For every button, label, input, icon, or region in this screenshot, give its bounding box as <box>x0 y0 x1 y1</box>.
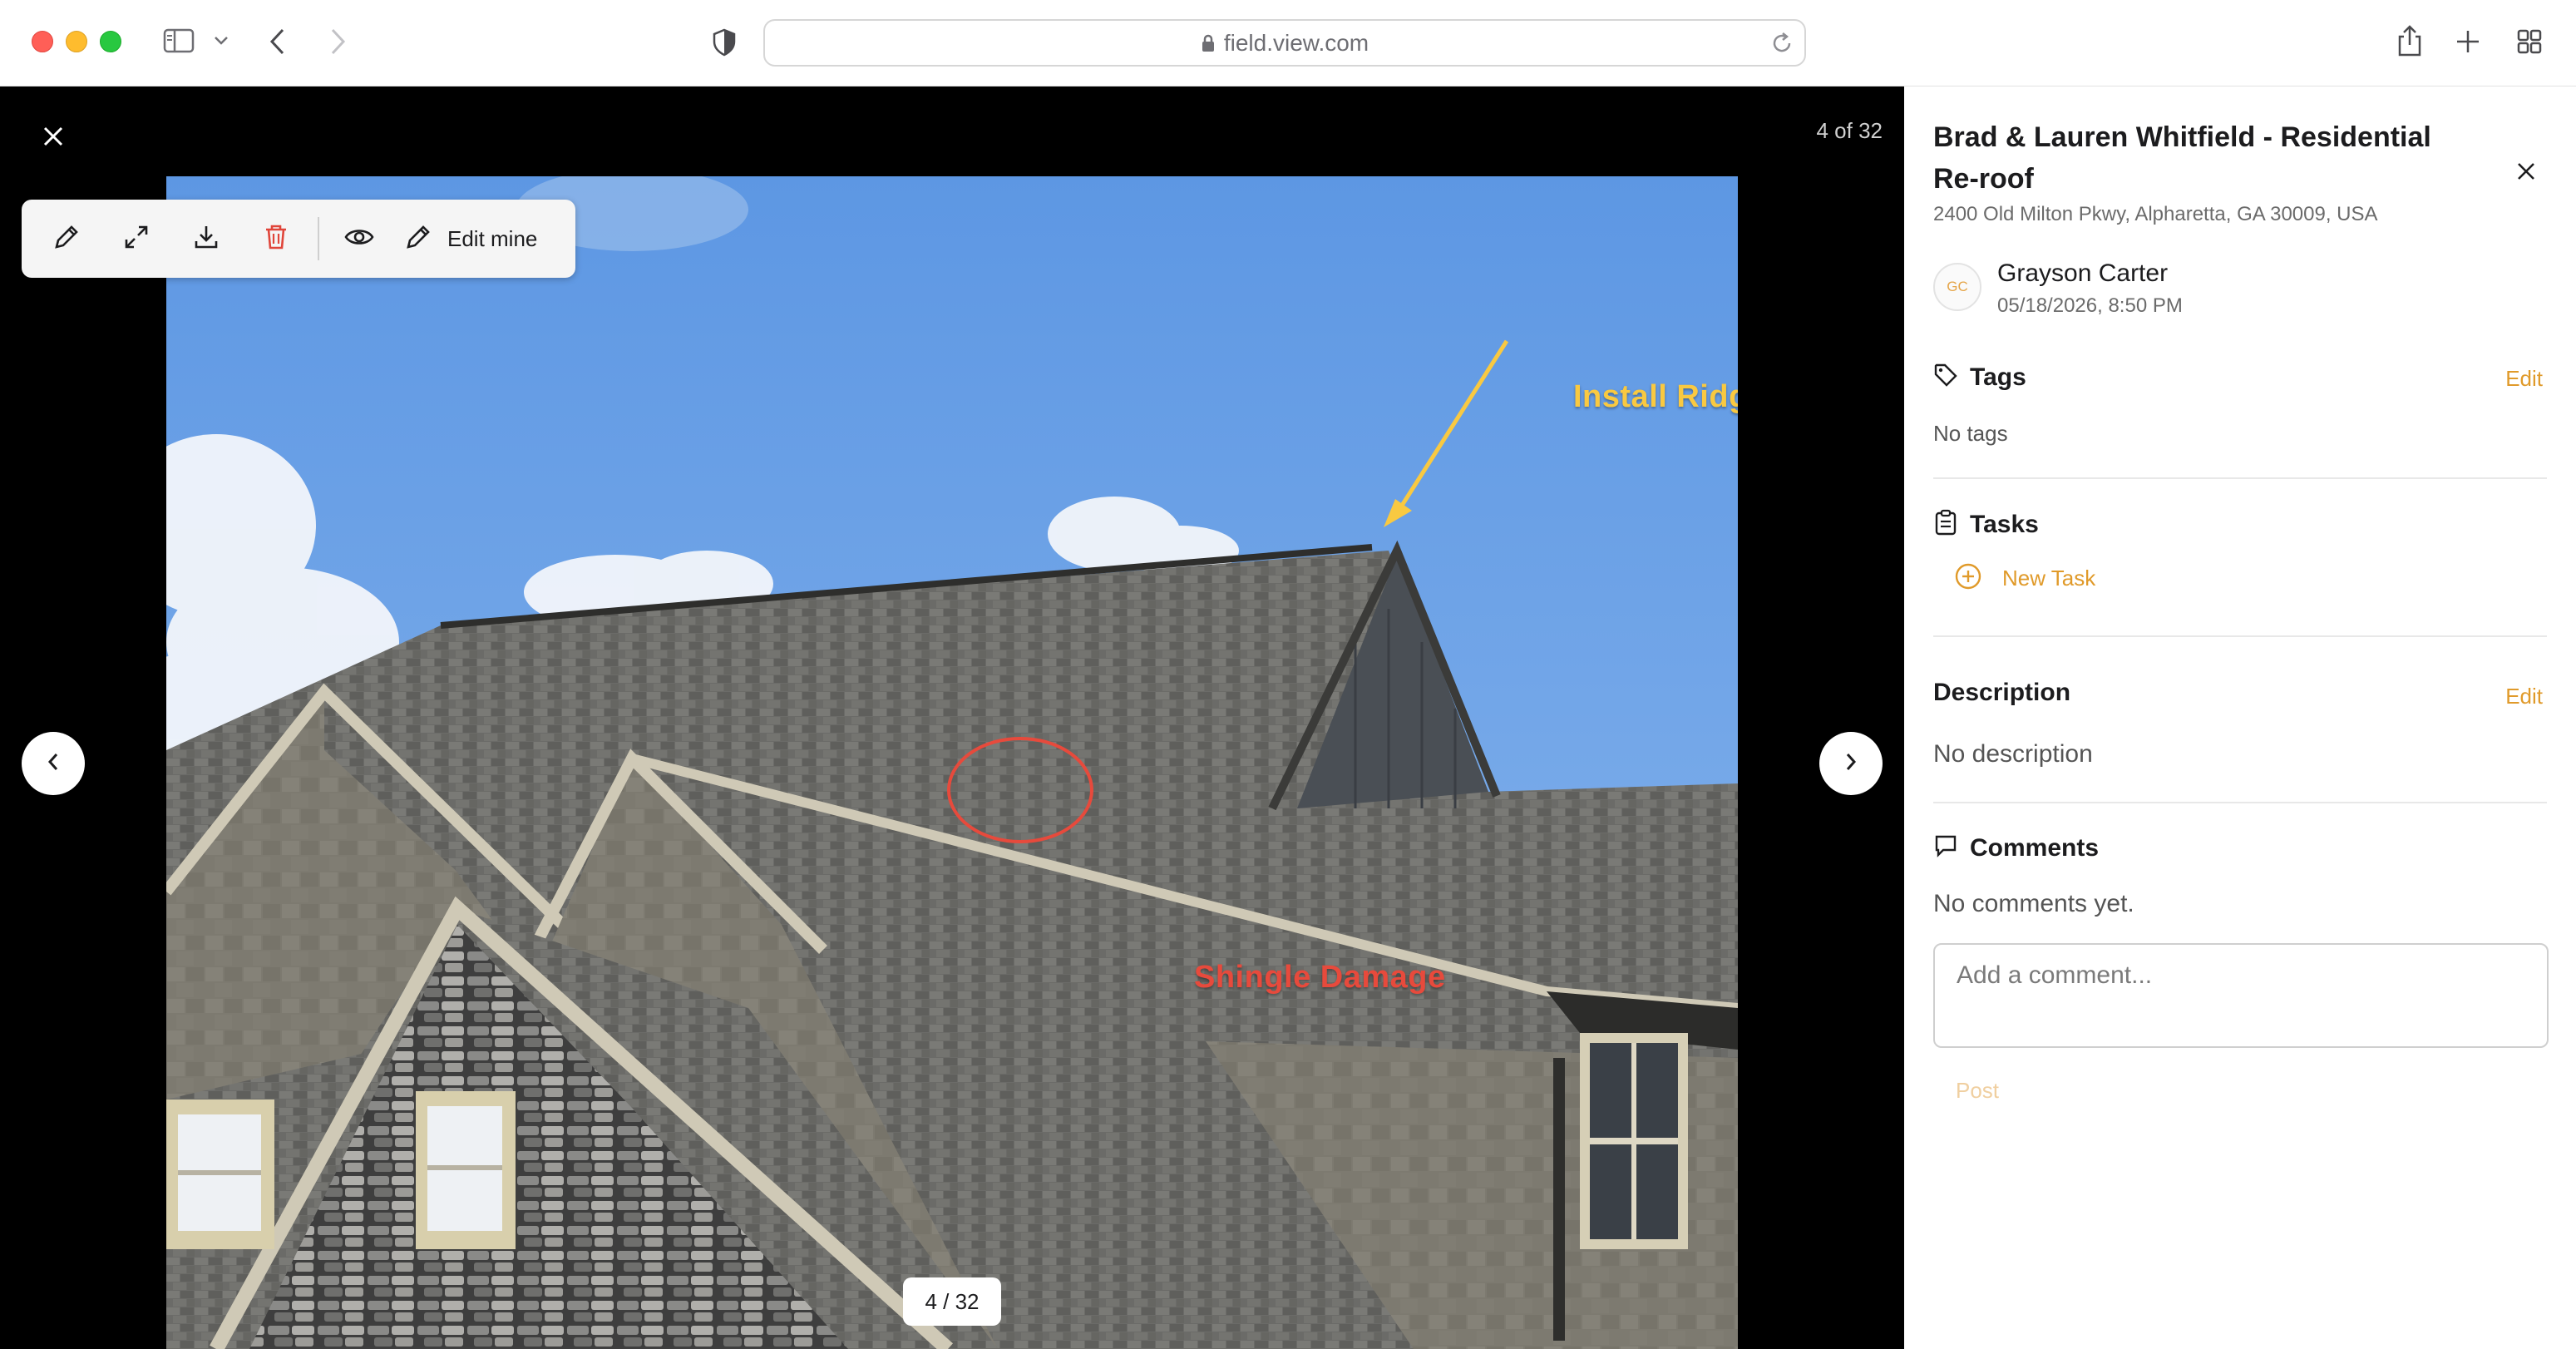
tab-overview-icon[interactable] <box>2516 28 2543 55</box>
details-panel: Brad & Lauren Whitfield - Residential Re… <box>1904 86 2576 1349</box>
description-empty-text: No description <box>1933 740 2093 768</box>
previous-photo-button[interactable] <box>22 732 85 795</box>
author-date: 05/18/2026, 8:50 PM <box>1997 294 2183 317</box>
edit-mine-label: Edit mine <box>447 225 538 251</box>
shield-icon[interactable] <box>712 28 737 57</box>
delete-button[interactable] <box>251 214 301 264</box>
address-bar[interactable]: field.view.com <box>763 19 1806 67</box>
description-header: Description <box>1933 679 2070 707</box>
section-divider <box>1933 802 2547 803</box>
avatar: GC <box>1933 263 1981 311</box>
edit-mine-button[interactable]: Edit mine <box>404 214 537 264</box>
forward-arrow-icon[interactable] <box>328 27 348 57</box>
comment-bubble-icon <box>1933 833 1958 862</box>
eye-icon <box>344 226 374 252</box>
close-icon[interactable] <box>33 116 73 156</box>
pencil-icon <box>52 223 81 255</box>
photo-pager: 4 / 32 <box>903 1277 1001 1326</box>
lock-icon <box>1201 33 1216 53</box>
section-divider <box>1933 477 2547 479</box>
plus-circle-icon <box>1954 562 1982 595</box>
comments-empty-text: No comments yet. <box>1933 890 2134 917</box>
next-photo-button[interactable] <box>1819 732 1883 795</box>
toolbar-divider <box>318 217 319 260</box>
description-heading: Description <box>1933 679 2071 706</box>
trash-icon <box>262 223 290 255</box>
expand-icon <box>122 223 151 255</box>
post-comment-button[interactable]: Post <box>1956 1078 1999 1104</box>
url-text: field.view.com <box>1223 29 1369 56</box>
reload-icon[interactable] <box>1769 31 1794 60</box>
chevron-down-icon[interactable] <box>213 35 229 47</box>
chevron-right-icon <box>1843 750 1859 778</box>
project-title: Brad & Lauren Whitfield - Residential Re… <box>1933 121 2431 195</box>
photo-viewer: 4 of 32 Install Rid Shingle Damage Edit … <box>0 86 1904 1349</box>
share-icon[interactable] <box>2395 23 2425 58</box>
close-icon <box>2516 161 2536 185</box>
tag-icon <box>1933 363 1958 392</box>
tags-heading: Tags <box>1970 363 2026 391</box>
project-address: 2400 Old Milton Pkwy, Alpharetta, GA 300… <box>1933 203 2378 225</box>
window-minimize-button[interactable] <box>66 31 87 52</box>
tags-empty-text: No tags <box>1933 421 2008 446</box>
tasks-heading: Tasks <box>1970 510 2039 538</box>
download-icon <box>192 223 220 255</box>
annotation-label-shingle-damage[interactable]: Shingle Damage <box>1194 960 1446 996</box>
sidebar-toggle-icon[interactable] <box>163 28 195 53</box>
roof-photo: Install Ridge Cap Shingle Damage <box>166 176 1738 1349</box>
pencil-icon <box>404 223 432 255</box>
new-tab-plus-icon[interactable] <box>2455 28 2481 55</box>
fullscreen-button[interactable] <box>111 214 161 264</box>
close-panel-button[interactable] <box>2508 155 2544 191</box>
tags-header: Tags <box>1933 363 2026 392</box>
section-divider <box>1933 635 2547 637</box>
photo-counter: 4 of 32 <box>1816 118 1883 143</box>
browser-chrome: field.view.com <box>0 0 2576 86</box>
window-zoom-button[interactable] <box>100 31 121 52</box>
comment-input[interactable] <box>1933 943 2549 1048</box>
chevron-left-icon <box>45 750 62 778</box>
author-name: Grayson Carter <box>1997 259 2169 287</box>
annotate-button[interactable] <box>42 214 91 264</box>
annotation-label-ridge-cap[interactable]: Install Ridge Cap <box>1573 379 1738 415</box>
back-arrow-icon[interactable] <box>268 27 288 57</box>
window-close-button[interactable] <box>32 31 53 52</box>
new-task-button[interactable]: New Task <box>1954 562 2095 595</box>
comments-header: Comments <box>1933 833 2099 862</box>
new-task-label: New Task <box>2002 566 2096 590</box>
comments-heading: Comments <box>1970 833 2100 862</box>
edit-description-link[interactable]: Edit <box>2505 684 2543 709</box>
download-button[interactable] <box>181 214 231 264</box>
clipboard-icon <box>1933 509 1958 540</box>
edit-tags-link[interactable]: Edit <box>2505 366 2543 392</box>
visibility-button[interactable] <box>334 214 384 264</box>
tasks-header: Tasks <box>1933 509 2039 540</box>
photo-toolbar: Edit mine <box>22 200 575 278</box>
